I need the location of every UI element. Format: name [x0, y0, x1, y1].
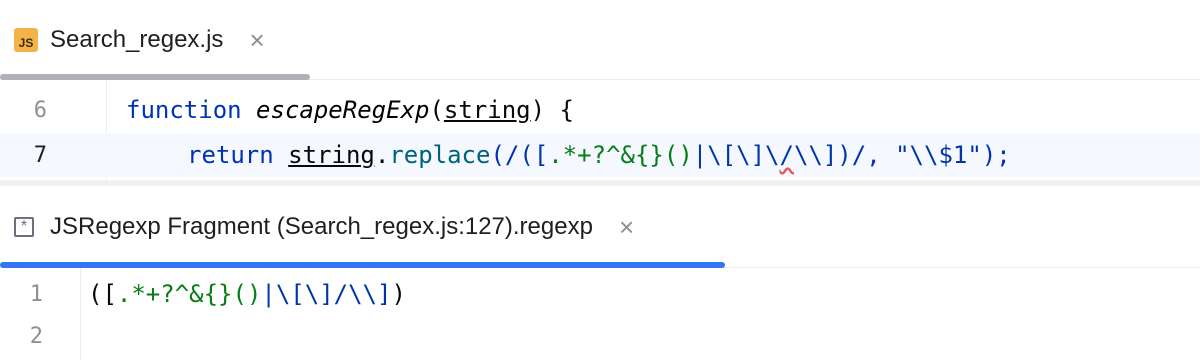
method-call: replace: [389, 141, 491, 169]
regex-token: |\[\]/\\]: [261, 280, 392, 308]
parameter: string: [443, 96, 531, 124]
javascript-file-icon: JS: [14, 28, 38, 52]
regex-delimiter: (/: [490, 141, 520, 169]
string-literal: "\\$1": [895, 141, 982, 169]
regex-token: .*+?^&{}(): [116, 280, 262, 308]
variable: string: [288, 141, 375, 169]
line-number: 7: [33, 142, 47, 168]
code-line[interactable]: 6 function escapeRegExp(string) {: [0, 88, 1200, 132]
tab-search-regex-js[interactable]: JS Search_regex.js ×: [14, 0, 265, 80]
line-number: 2: [29, 323, 43, 349]
punct: ) {: [530, 96, 574, 124]
line-code: ([.*+?^&{}()|\[\]/\\]): [88, 280, 406, 308]
punct: (: [429, 96, 444, 124]
code-line[interactable]: 2: [0, 314, 1200, 358]
regex-error-token: /: [779, 141, 794, 169]
tab-title: JSRegexp Fragment (Search_regex.js:127).…: [50, 213, 593, 240]
keyword: function: [126, 96, 242, 124]
close-icon[interactable]: ×: [619, 214, 634, 240]
keyword: return: [187, 141, 274, 169]
fragment-file-icon: *: [14, 217, 34, 237]
tab-title: Search_regex.js: [50, 26, 224, 53]
line-code: function escapeRegExp(string) {: [126, 96, 574, 124]
regex-token: ): [391, 280, 406, 308]
line-number: 1: [29, 281, 43, 307]
regex-token: ([: [519, 141, 549, 169]
regex-token: ): [837, 141, 852, 169]
fragment-tab-bar: * JSRegexp Fragment (Search_regex.js:127…: [0, 186, 1200, 268]
main-editor[interactable]: 6 function escapeRegExp(string) { 7 retu…: [0, 80, 1200, 186]
line-number: 6: [33, 97, 47, 123]
fragment-editor[interactable]: 1 ([.*+?^&{}()|\[\]/\\]) 2: [0, 268, 1200, 360]
tab-regexp-fragment[interactable]: * JSRegexp Fragment (Search_regex.js:127…: [14, 186, 634, 268]
punct: );: [981, 141, 1011, 169]
editor-tab-bar: JS Search_regex.js ×: [0, 0, 1200, 80]
punct: .: [374, 141, 390, 169]
function-name: escapeRegExp: [256, 96, 430, 124]
close-icon[interactable]: ×: [249, 27, 264, 53]
line-code: return string.replace(/([.*+?^&{}()|\[\]…: [187, 141, 1011, 169]
code-line-current[interactable]: 7 return string.replace(/([.*+?^&{}()|\[…: [0, 133, 1200, 177]
regex-token: \\]: [793, 141, 838, 169]
regex-token: |\[\]\: [692, 141, 780, 169]
regex-token: ([: [88, 280, 117, 308]
regex-token: .*+?^&{}(): [548, 141, 693, 169]
code-line[interactable]: 1 ([.*+?^&{}()|\[\]/\\]): [0, 272, 1200, 316]
regex-delimiter: /,: [851, 141, 896, 169]
